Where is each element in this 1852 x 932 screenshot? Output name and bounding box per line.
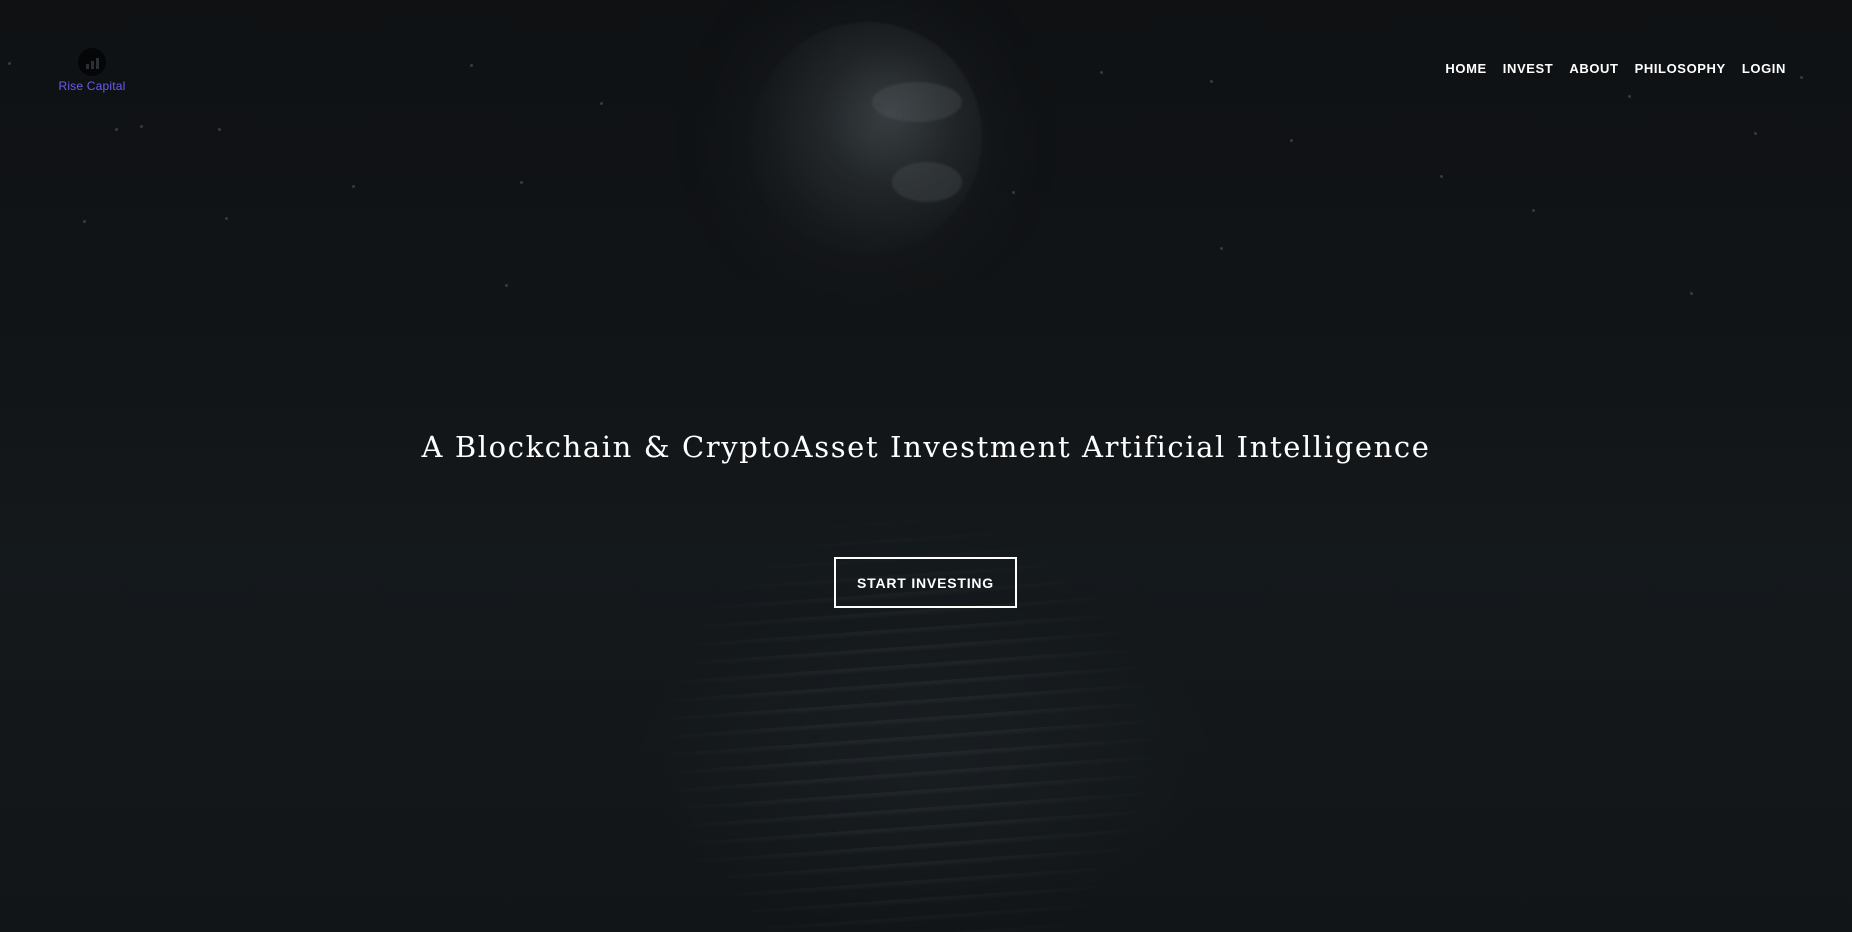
start-investing-button[interactable]: START INVESTING bbox=[834, 557, 1017, 608]
hero-headline: A Blockchain & CryptoAsset Investment Ar… bbox=[421, 430, 1431, 464]
nav-item-about[interactable]: ABOUT bbox=[1569, 61, 1618, 76]
background-overlay bbox=[0, 0, 1852, 932]
brand-logo-link[interactable]: Rise Capital bbox=[56, 48, 128, 93]
landing-page: Rise Capital HOME INVEST ABOUT PHILOSOPH… bbox=[0, 0, 1852, 932]
nav-item-home[interactable]: HOME bbox=[1445, 61, 1486, 76]
nav-item-login[interactable]: LOGIN bbox=[1742, 61, 1786, 76]
nav-item-invest[interactable]: INVEST bbox=[1503, 61, 1554, 76]
brand-name: Rise Capital bbox=[58, 79, 126, 93]
bar-chart-icon bbox=[78, 48, 106, 76]
main-navigation: HOME INVEST ABOUT PHILOSOPHY LOGIN bbox=[1445, 61, 1786, 76]
nav-item-philosophy[interactable]: PHILOSOPHY bbox=[1635, 61, 1726, 76]
